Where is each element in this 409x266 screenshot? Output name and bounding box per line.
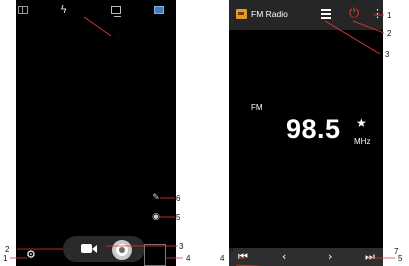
callout-fm-5: 5 <box>398 254 403 263</box>
callout-cam-2: 2 <box>5 245 10 254</box>
callout-cam-4: 4 <box>186 254 191 263</box>
callout-line-fm-3 <box>324 20 381 55</box>
callout-fm-1: 1 <box>387 11 392 20</box>
callout-cam-3: 3 <box>179 242 184 251</box>
callout-fm-4: 4 <box>220 254 225 263</box>
callout-cam-1: 1 <box>3 254 8 263</box>
callout-lines <box>10 14 395 266</box>
callout-cam-5: 5 <box>176 213 181 222</box>
callout-line-fm-2 <box>352 20 385 34</box>
callout-line-cam-7 <box>83 16 112 37</box>
callout-fm-6: 6 <box>229 245 234 254</box>
callout-fm-2: 2 <box>387 29 392 38</box>
callout-cam-6: 6 <box>176 194 181 203</box>
callout-cam-7: 7 <box>116 33 121 42</box>
callout-fm-3: 3 <box>385 50 390 59</box>
